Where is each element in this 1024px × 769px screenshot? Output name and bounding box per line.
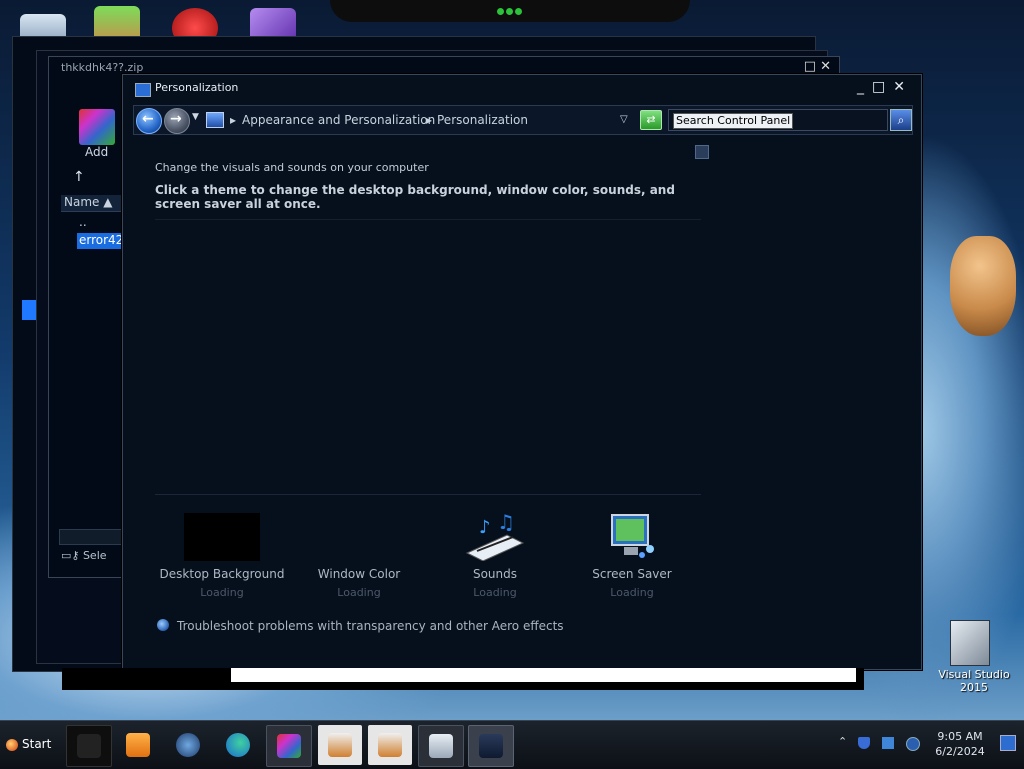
page-headline: Click a theme to change the desktop back… [155, 183, 675, 211]
search-input[interactable]: Search Control Panel [673, 113, 793, 129]
winrar-close-icon[interactable]: □ ✕ [804, 59, 831, 74]
breadcrumb-appearance[interactable]: Appearance and Personalization [242, 113, 435, 127]
search-icon[interactable]: ⌕ [890, 109, 912, 131]
list-item-selected[interactable]: error422 [77, 233, 125, 249]
winrar-add-label[interactable]: Add [85, 145, 108, 159]
taskbar-app-media[interactable] [66, 725, 112, 767]
hamster-desktop-pet[interactable] [950, 236, 1016, 336]
winrar-title: thkkdhk4??.zip [61, 61, 144, 74]
taskbar-app-java-1[interactable] [318, 725, 362, 765]
taskbar-app-video[interactable] [116, 725, 160, 765]
sounds-icon: ♪ ♫ [457, 510, 533, 562]
white-strip [231, 668, 856, 682]
taskbar-app-browser[interactable] [166, 725, 210, 765]
breadcrumb-separator[interactable]: ▸ [426, 113, 432, 127]
winrar-add-icon[interactable] [79, 109, 115, 145]
control-panel-breadcrumb-icon [206, 112, 224, 128]
java-icon [328, 733, 352, 757]
troubleshoot-icon [157, 619, 169, 631]
start-label: Start [22, 737, 52, 751]
sounds-item[interactable]: ♪ ♫ Sounds Loading [430, 510, 560, 599]
taskbar-app-java-2[interactable] [368, 725, 412, 765]
item-label[interactable]: Desktop Background [157, 567, 287, 581]
desktop-background-item[interactable]: Desktop Background Loading [157, 513, 287, 599]
svg-text:♪: ♪ [479, 517, 491, 538]
video-player-icon [126, 733, 150, 757]
show-hidden-icons-icon[interactable]: ⌃ [838, 735, 850, 748]
network-tray-icon[interactable] [906, 737, 920, 751]
personalization-window: Personalization _□✕ ← → ▼ ▸ Appearance a… [122, 74, 922, 670]
desktop-background-icon [184, 513, 260, 561]
column-header-name[interactable]: Name ▲ [61, 195, 126, 212]
item-status: Loading [473, 586, 517, 599]
taskbar-app-control-panel[interactable] [468, 725, 514, 767]
show-desktop-button[interactable] [1000, 735, 1016, 751]
up-folder-icon[interactable]: ↑ [73, 169, 85, 185]
svg-text:♫: ♫ [497, 513, 515, 534]
search-field[interactable]: Search Control Panel [668, 109, 888, 131]
page-subtitle: Change the visuals and sounds on your co… [155, 161, 429, 174]
edge-browser-icon [226, 733, 250, 757]
item-label[interactable]: Window Color [294, 567, 424, 581]
window-title: Personalization [155, 81, 239, 94]
forward-button[interactable]: → [164, 108, 190, 134]
refresh-icon[interactable]: ⇄ [640, 110, 662, 130]
breadcrumb-personalization[interactable]: Personalization [437, 113, 528, 127]
help-icon[interactable] [695, 145, 709, 159]
window-color-item[interactable]: Window Color Loading [294, 513, 424, 599]
address-dropdown-icon[interactable]: ▽ [620, 114, 628, 125]
clock-time: 9:05 AM [937, 730, 983, 743]
taskbar-app-calculator[interactable] [418, 725, 464, 767]
item-label[interactable]: Sounds [430, 567, 560, 581]
control-panel-icon [479, 734, 503, 758]
window-caption-buttons[interactable]: _□✕ [857, 79, 913, 95]
taskbar: Start ⌃ 9:05 AM 6/2/2024 [0, 720, 1024, 769]
item-label[interactable]: Screen Saver [567, 567, 697, 581]
breadcrumb-separator[interactable]: ▸ [230, 113, 236, 127]
taskbar-app-edge[interactable] [216, 725, 260, 765]
horizontal-scrollbar[interactable] [59, 529, 125, 545]
clock-date: 6/2/2024 [935, 745, 985, 758]
visual-studio-shortcut-label[interactable]: Visual Studio 2015 [936, 668, 1012, 694]
taskbar-app-winrar[interactable] [266, 725, 312, 767]
media-app-icon [77, 734, 101, 758]
recent-pages-dropdown-icon[interactable]: ▼ [192, 112, 199, 122]
screen-saver-icon [594, 513, 670, 561]
item-status: Loading [200, 586, 244, 599]
start-orb-icon [6, 739, 18, 751]
status-text: ▭⚷ Sele [61, 549, 107, 562]
theme-list[interactable] [155, 219, 701, 495]
indicator-dots [497, 4, 527, 18]
list-item[interactable]: .. [79, 215, 87, 229]
java-icon [378, 733, 402, 757]
troubleshoot-link[interactable]: Troubleshoot problems with transparency … [177, 619, 564, 633]
item-status: Loading [337, 586, 381, 599]
security-shield-icon[interactable] [858, 737, 870, 749]
folder-tray-icon[interactable] [882, 737, 894, 749]
navigation-bar: ← → ▼ ▸ Appearance and Personalization ▸… [133, 105, 913, 135]
back-button[interactable]: ← [136, 108, 162, 134]
web-browser-icon [176, 733, 200, 757]
background-window-scroll-thumb [22, 300, 36, 320]
window-color-icon [321, 513, 397, 561]
control-panel-icon [135, 83, 151, 97]
item-status: Loading [610, 586, 654, 599]
winrar-icon [277, 734, 301, 758]
system-clock[interactable]: 9:05 AM 6/2/2024 [930, 729, 990, 759]
calculator-icon [429, 734, 453, 758]
screen-saver-item[interactable]: Screen Saver Loading [567, 513, 697, 599]
visual-studio-shortcut-icon[interactable] [950, 620, 990, 666]
